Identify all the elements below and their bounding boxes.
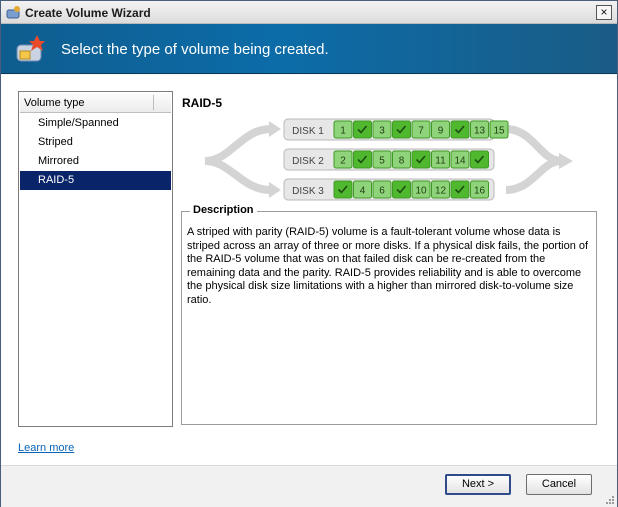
list-item-label: RAID-5 <box>38 174 75 186</box>
arrow-head-out <box>559 153 573 169</box>
block-number: 1 <box>340 126 346 137</box>
list-item-raid5[interactable]: RAID-5 <box>20 171 171 190</box>
list-header-label: Volume type <box>24 97 85 109</box>
block-number: 7 <box>418 126 424 137</box>
disk-row-2: DISK 2 2 5 8 11 14 <box>283 148 495 171</box>
wizard-content: Volume type Simple/Spanned Striped Mirro… <box>1 75 617 465</box>
next-button-label: Next > <box>461 478 495 490</box>
description-label: Description <box>190 204 257 216</box>
block-number: 5 <box>379 156 385 167</box>
disk-label: DISK 2 <box>292 156 324 167</box>
list-item-simple-spanned[interactable]: Simple/Spanned <box>20 114 171 133</box>
block-number: 3 <box>379 126 385 137</box>
block-number: 15 <box>493 126 505 137</box>
description-group: Description A striped with parity (RAID-… <box>181 204 597 425</box>
arrow-head-top <box>269 121 281 137</box>
arrow-in-top <box>204 125 272 165</box>
list-item-label: Simple/Spanned <box>38 117 119 129</box>
block-number: 12 <box>435 186 447 197</box>
block-number: 16 <box>474 186 486 197</box>
next-button[interactable]: Next > <box>445 474 511 495</box>
block-number: 2 <box>340 156 346 167</box>
description-text: A striped with parity (RAID-5) volume is… <box>187 226 589 306</box>
volume-wizard-icon <box>6 6 20 19</box>
disk-row-3: DISK 3 4 6 10 12 16 <box>283 178 495 201</box>
learn-more-link[interactable]: Learn more <box>18 442 74 454</box>
cancel-button[interactable]: Cancel <box>526 474 592 495</box>
arrow-out-top <box>505 125 562 165</box>
arrow-in-bottom <box>204 157 272 194</box>
disk-label: DISK 1 <box>292 126 324 137</box>
close-icon: × <box>600 5 608 19</box>
volume-type-title: RAID-5 <box>182 96 223 110</box>
block-number: 11 <box>435 156 446 167</box>
volume-wizard-icon <box>16 35 45 62</box>
raid5-diagram: DISK 1 1 3 7 9 13 15DISK 2 2 5 8 11 14DISK 3 4 6 10 12 1… <box>204 118 573 201</box>
disk-row-1: DISK 1 1 3 7 9 13 15 <box>283 118 509 141</box>
list-item-striped[interactable]: Striped <box>20 133 171 152</box>
disk-label: DISK 3 <box>292 186 324 197</box>
list-item-label: Striped <box>38 136 73 148</box>
block-number: 14 <box>454 156 466 167</box>
block-number: 13 <box>474 126 486 137</box>
cancel-button-label: Cancel <box>541 478 577 490</box>
wizard-window: Create Volume Wizard × Select the type o… <box>0 0 618 507</box>
arrow-out-bottom <box>505 157 562 194</box>
arrow-head-bottom <box>269 182 281 198</box>
list-column-header[interactable]: Volume type <box>20 93 171 113</box>
list-item-mirrored[interactable]: Mirrored <box>20 152 171 171</box>
wizard-header: Select the type of volume being created. <box>1 24 617 74</box>
window-title: Create Volume Wizard <box>25 6 151 20</box>
close-button[interactable]: × <box>596 5 612 20</box>
resize-grip-icon[interactable] <box>604 494 614 504</box>
wizard-footer: Next > Cancel <box>1 465 617 507</box>
column-separator[interactable] <box>153 95 154 110</box>
block-number: 8 <box>399 156 405 167</box>
title-bar: Create Volume Wizard × <box>1 1 617 24</box>
block-number: 9 <box>438 126 444 137</box>
block-number: 6 <box>379 186 385 197</box>
block-number: 10 <box>415 186 427 197</box>
header-heading: Select the type of volume being created. <box>61 41 329 58</box>
volume-type-list[interactable]: Volume type Simple/Spanned Striped Mirro… <box>18 91 173 427</box>
block-number: 4 <box>360 186 366 197</box>
list-item-label: Mirrored <box>38 155 79 167</box>
